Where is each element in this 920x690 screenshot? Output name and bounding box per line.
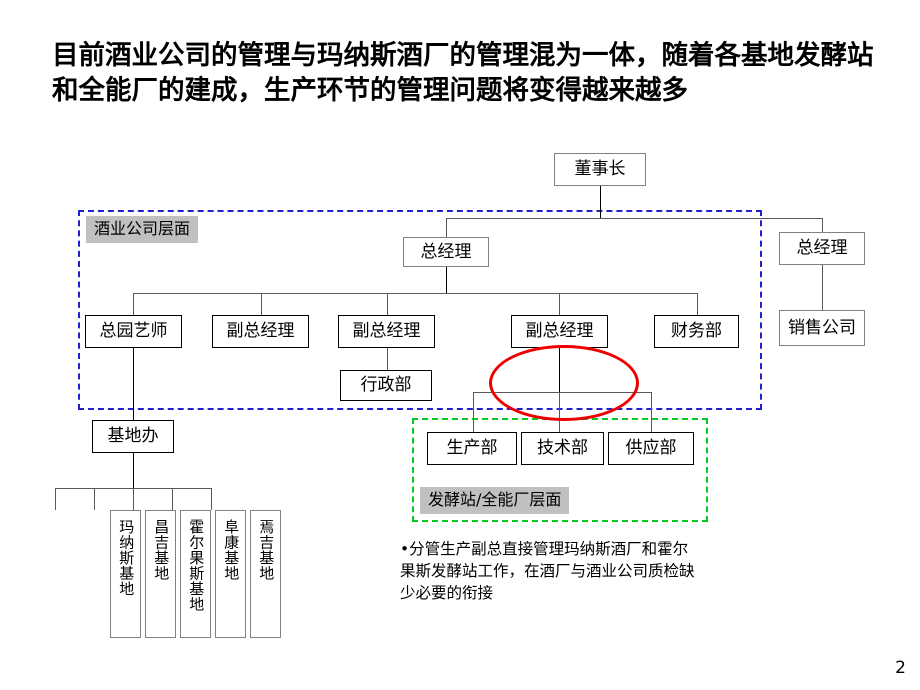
org-node-deputy-gm-2-label: 副总经理 xyxy=(352,321,421,341)
org-node-base-1[interactable]: 玛纳斯基地 xyxy=(110,510,141,638)
org-node-base-4-label: 阜康基地 xyxy=(222,519,241,581)
org-node-supply-dept-label: 供应部 xyxy=(625,438,677,458)
org-node-gm-left-label: 总经理 xyxy=(420,241,472,262)
org-node-chief-horticulturist-label: 总园艺师 xyxy=(99,321,168,341)
connector-horticulturist-to-base-office xyxy=(133,348,134,420)
connector-gm-left-down xyxy=(446,266,447,293)
connector-chairman-bus xyxy=(446,218,822,219)
org-node-sales-company[interactable]: 销售公司 xyxy=(779,310,865,346)
org-node-technology-dept-label: 技术部 xyxy=(537,438,588,458)
connector-stem-chief-horticulturist xyxy=(133,293,134,315)
org-node-base-5[interactable]: 焉吉基地 xyxy=(250,510,281,638)
org-node-technology-dept[interactable]: 技术部 xyxy=(521,432,604,465)
org-node-gm-right[interactable]: 总经理 xyxy=(779,232,865,265)
org-node-base-3-label: 霍尔果斯基地 xyxy=(187,519,206,612)
org-node-base-2-label: 昌吉基地 xyxy=(152,519,171,581)
connector-stem-base-2 xyxy=(94,488,95,510)
org-node-gm-left[interactable]: 总经理 xyxy=(403,237,489,267)
org-node-chairman-label: 董事长 xyxy=(574,159,626,179)
connector-stem-deputy-gm-1 xyxy=(261,293,262,315)
connector-gm-right-stem xyxy=(822,218,823,232)
connector-stem-base-3 xyxy=(133,488,134,510)
org-node-sales-company-label: 销售公司 xyxy=(788,317,856,338)
org-node-base-4[interactable]: 阜康基地 xyxy=(215,510,246,638)
org-node-finance-dept-label: 财务部 xyxy=(671,321,722,341)
org-node-production-dept-label: 生产部 xyxy=(446,438,498,458)
org-node-base-office[interactable]: 基地办 xyxy=(92,420,174,453)
org-node-deputy-gm-2[interactable]: 副总经理 xyxy=(338,315,435,348)
connector-deputy-gm-2-to-admin xyxy=(387,348,388,370)
page-number: 2 xyxy=(895,658,906,678)
connector-gm-right-to-sales xyxy=(822,264,823,310)
connector-stem-base-5 xyxy=(211,488,212,510)
org-node-chairman[interactable]: 董事长 xyxy=(554,153,646,186)
connector-stem-deputy-gm-2 xyxy=(387,293,388,315)
org-node-base-1-label: 玛纳斯基地 xyxy=(117,519,136,597)
connector-base-office-down xyxy=(133,453,134,488)
org-node-deputy-gm-1-label: 副总经理 xyxy=(226,321,295,341)
org-node-base-5-label: 焉吉基地 xyxy=(257,519,276,581)
org-node-deputy-gm-3[interactable]: 副总经理 xyxy=(511,315,608,348)
org-node-base-office-label: 基地办 xyxy=(107,426,159,446)
org-node-base-3[interactable]: 霍尔果斯基地 xyxy=(180,510,211,638)
org-node-admin-dept[interactable]: 行政部 xyxy=(340,370,432,401)
region-label-wine-company-level: 酒业公司层面 xyxy=(86,216,199,243)
org-node-admin-dept-label: 行政部 xyxy=(360,375,412,395)
org-node-finance-dept[interactable]: 财务部 xyxy=(654,315,739,348)
connector-stem-deputy-gm-3 xyxy=(559,293,560,315)
org-node-base-2[interactable]: 昌吉基地 xyxy=(145,510,176,638)
bullet-note: •分管生产副总直接管理玛纳斯酒厂和霍尔果斯发酵站工作，在酒厂与酒业公司质检缺少必… xyxy=(400,540,695,602)
connector-stem-supply-dept xyxy=(651,392,652,432)
org-node-gm-right-label: 总经理 xyxy=(796,238,848,258)
org-node-deputy-gm-3-label: 副总经理 xyxy=(525,321,594,341)
org-node-production-dept[interactable]: 生产部 xyxy=(427,432,517,465)
page-title: 目前酒业公司的管理与玛纳斯酒厂的管理混为一体，随着各基地发酵站和全能厂的建成，生… xyxy=(52,40,874,107)
connector-stem-base-4 xyxy=(172,488,173,510)
highlight-ellipse xyxy=(489,345,639,421)
org-node-deputy-gm-1[interactable]: 副总经理 xyxy=(212,315,309,348)
connector-gm-left-stem xyxy=(446,218,447,238)
slide-canvas: 目前酒业公司的管理与玛纳斯酒厂的管理混为一体，随着各基地发酵站和全能厂的建成，生… xyxy=(0,0,920,690)
connector-stem-base-1 xyxy=(55,488,56,510)
connector-department-bus xyxy=(133,293,697,294)
connector-chairman-down xyxy=(600,186,601,219)
region-label-fermentation-plant-level: 发酵站/全能厂层面 xyxy=(420,487,570,514)
org-node-chief-horticulturist[interactable]: 总园艺师 xyxy=(85,315,182,348)
connector-stem-production-dept xyxy=(473,392,474,432)
connector-stem-finance-dept xyxy=(697,293,698,315)
org-node-supply-dept[interactable]: 供应部 xyxy=(608,432,694,465)
